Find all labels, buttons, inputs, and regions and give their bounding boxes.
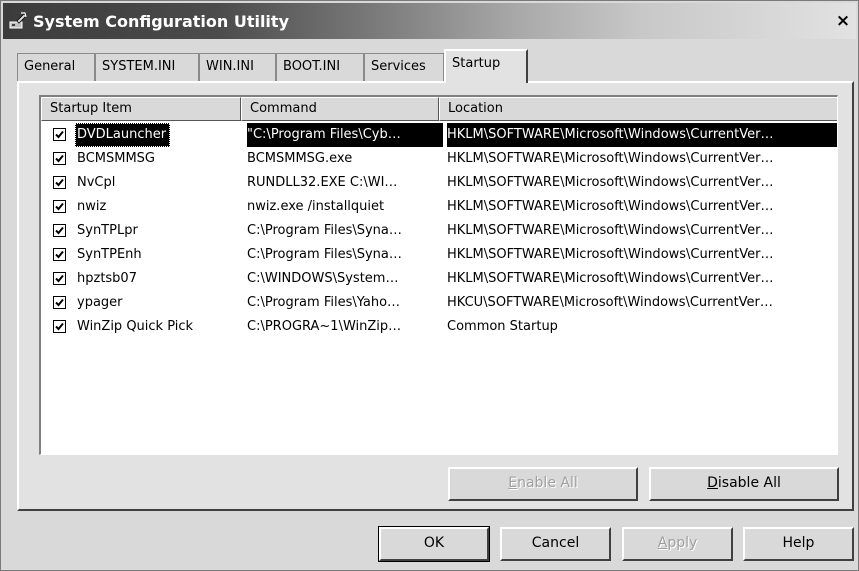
startup-list[interactable]: Startup Item Command Location DVDLaunche…	[39, 95, 838, 455]
ok-button[interactable]: OK	[378, 526, 490, 562]
apply-mnemonic: A	[657, 535, 668, 551]
list-item[interactable]: ypager C:\Program Files\Yaho… HKCU\SOFTWAR…	[41, 291, 837, 315]
tab-system-ini[interactable]: SYSTEM.INI	[95, 53, 199, 81]
startup-item-location: HKCU\SOFTWARE\Microsoft\Windows\CurrentV…	[447, 295, 773, 310]
system-configuration-window: System Configuration Utility × General S…	[0, 0, 859, 571]
startup-item-checkbox[interactable]	[53, 272, 66, 285]
checkmark-icon	[55, 154, 64, 163]
startup-item-name: ypager	[77, 295, 123, 310]
startup-item-checkbox[interactable]	[53, 128, 66, 141]
system-config-icon	[9, 12, 27, 30]
checkmark-icon	[55, 202, 64, 211]
startup-item-location: HKLM\SOFTWARE\Microsoft\Windows\CurrentV…	[447, 151, 774, 166]
tab-services[interactable]: Services	[364, 53, 444, 81]
apply-label: pply	[667, 535, 698, 551]
column-startup-item[interactable]: Startup Item	[41, 97, 241, 121]
tab-general[interactable]: General	[17, 53, 95, 81]
startup-item-checkbox[interactable]	[53, 176, 66, 189]
disable-all-button[interactable]: Disable All	[649, 467, 839, 501]
startup-item-command: "C:\Program Files\Cyb…	[247, 123, 443, 147]
disable-all-label: isable All	[717, 475, 781, 491]
list-item[interactable]: hpztsb07 C:\WINDOWS\System… HKLM\SOFTWARE\…	[41, 267, 837, 291]
window-title: System Configuration Utility	[33, 12, 289, 31]
startup-item-location: HKLM\SOFTWARE\Microsoft\Windows\CurrentV…	[447, 271, 774, 286]
checkmark-icon	[55, 178, 64, 187]
list-item[interactable]: WinZip Quick Pick C:\PROGRA~1\WinZip… Comm…	[41, 315, 837, 339]
list-item[interactable]: BCMSMMSG BCMSMMSG.exe HKLM\SOFTWARE\Micros…	[41, 147, 837, 171]
startup-item-command: nwiz.exe /installquiet	[247, 199, 385, 214]
cancel-button[interactable]: Cancel	[500, 527, 611, 561]
startup-item-name: SynTPLpr	[77, 223, 138, 238]
disable-all-mnemonic: D	[707, 475, 718, 491]
startup-item-command: C:\Program Files\Syna…	[247, 223, 402, 238]
help-button[interactable]: Help	[743, 527, 854, 561]
enable-all-button[interactable]: Enable All	[448, 467, 638, 501]
list-item[interactable]: SynTPLpr C:\Program Files\Syna… HKLM\SOFTW…	[41, 219, 837, 243]
startup-item-checkbox[interactable]	[53, 320, 66, 333]
startup-item-location: HKLM\SOFTWARE\Microsoft\Windows\CurrentV…	[447, 223, 774, 238]
enable-all-mnemonic: E	[508, 475, 518, 491]
startup-item-checkbox[interactable]	[53, 200, 66, 213]
checkmark-icon	[55, 322, 64, 331]
checkmark-icon	[55, 226, 64, 235]
startup-item-checkbox[interactable]	[53, 224, 66, 237]
startup-item-command: C:\WINDOWS\System…	[247, 271, 399, 286]
startup-item-name: WinZip Quick Pick	[77, 319, 194, 334]
startup-item-command: C:\PROGRA~1\WinZip…	[247, 319, 402, 334]
startup-item-checkbox[interactable]	[53, 296, 66, 309]
column-location[interactable]: Location	[439, 97, 837, 121]
checkmark-icon	[55, 250, 64, 259]
startup-item-name: NvCpl	[77, 175, 116, 190]
title-bar[interactable]: System Configuration Utility ×	[3, 3, 856, 39]
startup-item-location: Common Startup	[447, 319, 558, 334]
checkmark-icon	[55, 298, 64, 307]
startup-item-location: HKLM\SOFTWARE\Microsoft\Windows\CurrentV…	[447, 175, 774, 190]
startup-item-location: HKLM\SOFTWARE\Microsoft\Windows\CurrentV…	[447, 247, 774, 262]
column-command[interactable]: Command	[241, 97, 439, 121]
startup-item-command: C:\Program Files\Syna…	[247, 247, 402, 262]
startup-item-name: SynTPEnh	[77, 247, 142, 262]
checkmark-icon	[55, 274, 64, 283]
startup-item-checkbox[interactable]	[53, 248, 66, 261]
startup-item-command: BCMSMMSG.exe	[247, 151, 353, 166]
startup-item-checkbox[interactable]	[53, 152, 66, 165]
startup-item-name: DVDLauncher	[75, 123, 171, 147]
startup-item-name: hpztsb07	[77, 271, 137, 286]
tab-boot-ini[interactable]: BOOT.INI	[276, 53, 364, 81]
close-icon[interactable]: ×	[834, 12, 852, 30]
startup-item-command: C:\Program Files\Yaho…	[247, 295, 401, 310]
list-header: Startup Item Command Location	[41, 97, 837, 121]
startup-item-command: RUNDLL32.EXE C:\WI…	[247, 175, 398, 190]
list-item[interactable]: SynTPEnh C:\Program Files\Syna… HKLM\SOFTW…	[41, 243, 837, 267]
startup-item-location: HKLM\SOFTWARE\Microsoft\Windows\CurrentV…	[447, 123, 837, 147]
startup-item-name: BCMSMMSG	[77, 151, 155, 166]
list-item[interactable]: nwiz nwiz.exe /installquiet HKLM\SOFTWARE\…	[41, 195, 837, 219]
checkmark-icon	[55, 130, 64, 139]
list-item[interactable]: NvCpl RUNDLL32.EXE C:\WI… HKLM\SOFTWARE\Mi…	[41, 171, 837, 195]
startup-item-name: nwiz	[77, 199, 107, 214]
startup-item-location: HKLM\SOFTWARE\Microsoft\Windows\CurrentV…	[447, 199, 774, 214]
apply-button[interactable]: Apply	[622, 527, 733, 561]
tab-win-ini[interactable]: WIN.INI	[199, 53, 276, 81]
tab-startup[interactable]: Startup	[444, 49, 528, 83]
enable-all-label: nable All	[517, 475, 578, 491]
list-item[interactable]: DVDLauncher "C:\Program Files\Cyb… HKLM\SO…	[41, 123, 837, 147]
